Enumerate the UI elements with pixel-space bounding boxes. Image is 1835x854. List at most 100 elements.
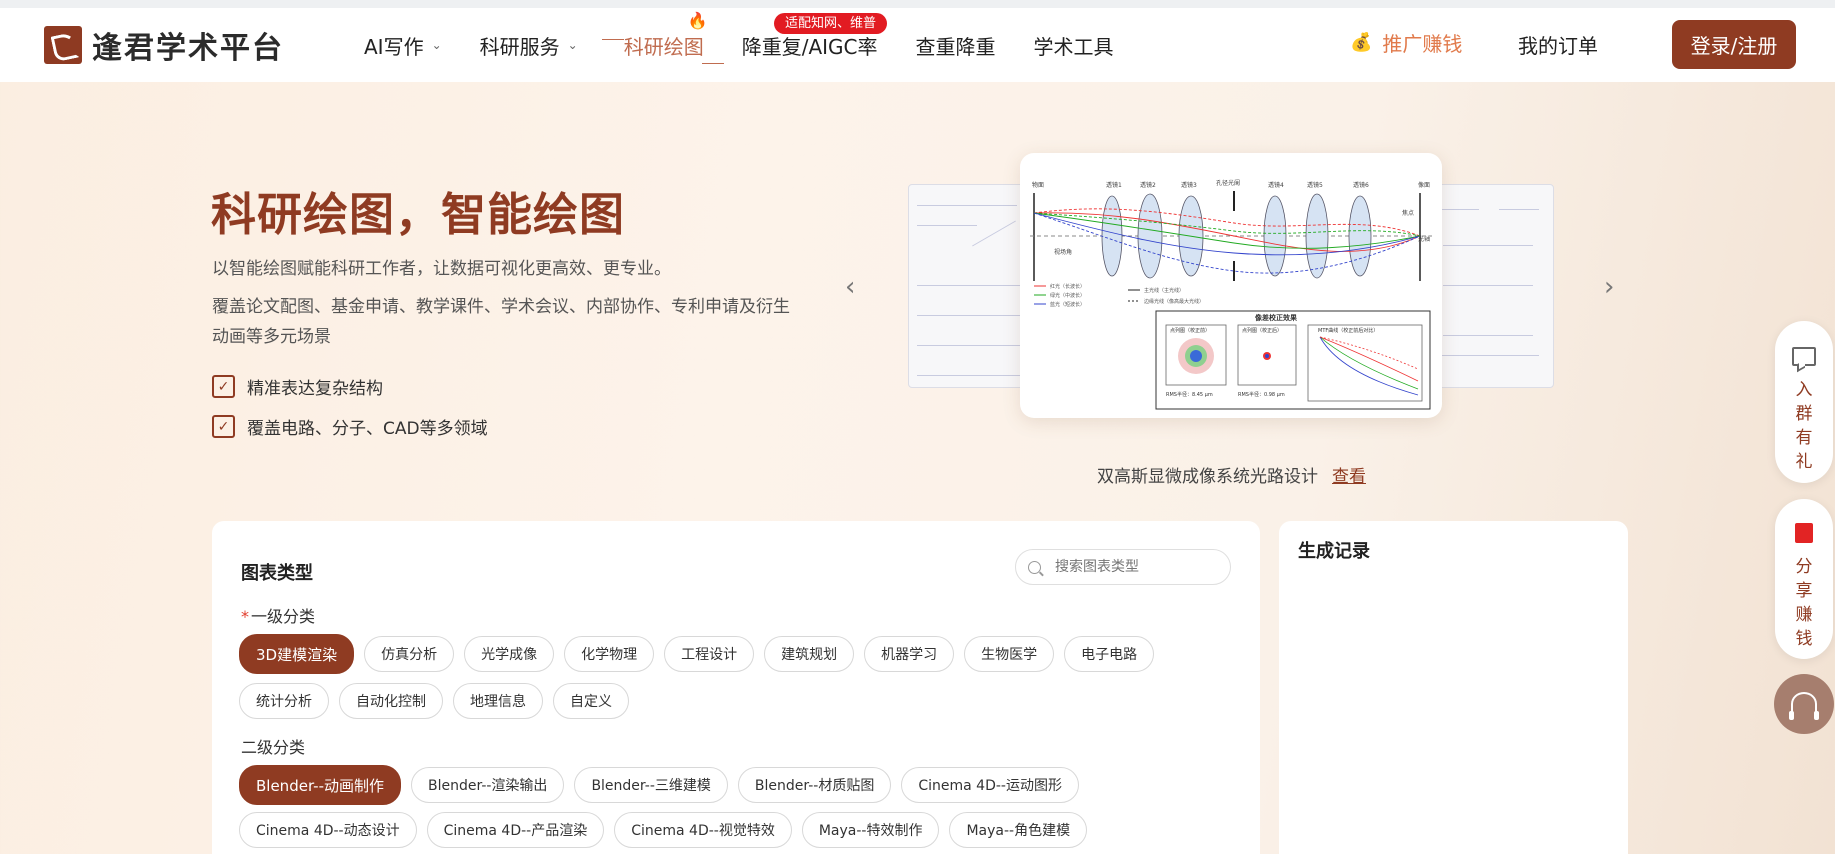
headset-icon — [1789, 692, 1819, 720]
nav-label: 学术工具 — [1033, 34, 1114, 59]
subcategory-chip[interactable]: Maya--角色建模 — [949, 812, 1088, 848]
chevron-down-icon: ⌄ — [567, 38, 578, 52]
subcategory-chip[interactable]: Maya--特效制作 — [801, 812, 940, 848]
subcategory-chip[interactable]: Blender--材质贴图 — [737, 767, 892, 803]
category-chip[interactable]: 自定义 — [553, 683, 629, 719]
carousel-caption: 双高斯显微成像系统光路设计 查看 — [1097, 462, 1366, 487]
share-earn-widget[interactable]: 分享赚钱 — [1775, 499, 1833, 659]
chart-type-panel: 图表类型 *一级分类 3D建模渲染 仿真分析 光学成像 化学物理 工程设计 建筑… — [212, 521, 1260, 854]
panel-title: 图表类型 — [241, 563, 313, 584]
diagram-label: 透镜1 — [1106, 181, 1122, 189]
carousel-side-card-left[interactable] — [908, 184, 1036, 388]
browser-top-strip — [0, 0, 1835, 8]
diagram-label: 物面 — [1032, 181, 1044, 189]
box-label: 点列图（校正后） — [1242, 327, 1282, 334]
promo-link[interactable]: 💰 推广赚钱 — [1350, 28, 1462, 57]
rms-label: RMS半径：0.98 μm — [1238, 391, 1285, 398]
subcategory-chip[interactable]: Cinema 4D--动态设计 — [239, 812, 417, 848]
money-bag-icon: 💰 — [1350, 32, 1373, 53]
nav-label: 科研绘图 — [623, 34, 704, 59]
nav-label: 查重降重 — [915, 34, 996, 59]
optics-diagram: 物面 透镜1 透镜2 透镜3 孔径光阑 透镜4 透镜5 透镜6 像面 视场角 焦… — [1030, 179, 1432, 410]
share-earn-text: 分享赚钱 — [1795, 557, 1813, 649]
hero-title: 科研绘图，智能绘图 — [211, 188, 626, 241]
feature-label: 精准表达复杂结构 — [247, 379, 383, 399]
search-input[interactable] — [1053, 558, 1217, 576]
category-chip[interactable]: 工程设计 — [664, 636, 755, 672]
subcategory-chip[interactable]: Blender--动画制作 — [239, 765, 401, 805]
feature-item: ✓ 精准表达复杂结构 — [212, 374, 383, 399]
customer-service-button[interactable] — [1774, 674, 1834, 734]
carousel-prev-button[interactable]: ‹ — [845, 272, 855, 302]
diagram-label: 像面 — [1418, 181, 1430, 189]
subcategory-chip[interactable]: Blender--渲染输出 — [410, 767, 565, 803]
level2-chips-row1: Blender--动画制作 Blender--渲染输出 Blender--三维建… — [239, 765, 1089, 805]
site-logo[interactable]: 逢君学术平台 — [44, 24, 284, 66]
category-chip[interactable]: 自动化控制 — [339, 683, 443, 719]
my-orders-link[interactable]: 我的订单 — [1518, 30, 1598, 59]
category-chip[interactable]: 仿真分析 — [364, 636, 455, 672]
diagram-label: 透镜2 — [1140, 181, 1156, 189]
join-group-text: 入群有礼 — [1795, 380, 1813, 472]
legend-entry: 边缘光线（像高最大光线） — [1144, 298, 1204, 305]
category-chip[interactable]: 建筑规划 — [764, 636, 855, 672]
nav-badge: 适配知网、维普 — [774, 13, 888, 34]
box-label: MTF曲线（校正前后对比） — [1318, 327, 1378, 334]
feature-item: ✓ 覆盖电路、分子、CAD等多领域 — [212, 414, 488, 439]
required-mark: * — [241, 607, 249, 626]
legend-entry: 蓝光（短波长） — [1050, 301, 1085, 308]
diagram-label: 孔径光阑 — [1216, 179, 1240, 187]
join-group-widget[interactable]: 入群有礼 — [1775, 321, 1833, 483]
carousel-side-card-right[interactable] — [1428, 184, 1554, 388]
category-chip[interactable]: 机器学习 — [864, 636, 955, 672]
search-box[interactable] — [1015, 549, 1231, 585]
level1-label: * 一级分类 — [241, 603, 315, 627]
nav-label: 科研服务 — [479, 34, 560, 59]
category-chip[interactable]: 地理信息 — [453, 683, 543, 719]
chevron-down-icon: ⌄ — [431, 38, 442, 52]
diagram-label: 透镜6 — [1353, 181, 1369, 189]
main-nav: AI写作 ⌄ 科研服务 ⌄ 科研绘图 🔥 降重复/AIGC率 查重降重 学术工具 — [364, 8, 1152, 82]
level1-chips-row1: 3D建模渲染 仿真分析 光学成像 化学物理 工程设计 建筑规划 机器学习 生物医… — [239, 634, 1164, 674]
hero-description: 以智能绘图赋能科研工作者，让数据可视化更高效、更专业。 — [212, 259, 671, 279]
diagram-label: 透镜5 — [1307, 181, 1323, 189]
nav-research-services[interactable]: 科研服务 ⌄ — [480, 31, 578, 60]
chat-icon — [1792, 347, 1816, 366]
category-chip[interactable]: 光学成像 — [464, 636, 555, 672]
carousel-next-button[interactable]: › — [1604, 272, 1614, 302]
category-chip[interactable]: 生物医学 — [964, 636, 1055, 672]
category-chip[interactable]: 电子电路 — [1064, 636, 1155, 672]
subcategory-chip[interactable]: Cinema 4D--产品渲染 — [426, 812, 605, 848]
fire-icon: 🔥 — [687, 10, 708, 30]
subcategory-chip[interactable]: Blender--三维建模 — [574, 767, 728, 803]
checkbox-icon: ✓ — [212, 375, 235, 398]
logo-text: 逢君学术平台 — [92, 31, 284, 66]
diagram-label: 视场角 — [1054, 248, 1072, 256]
subcategory-chip[interactable]: Cinema 4D--视觉特效 — [614, 812, 792, 848]
category-chip[interactable]: 统计分析 — [239, 683, 329, 719]
view-link[interactable]: 查看 — [1332, 467, 1366, 487]
logo-icon — [44, 26, 82, 64]
diagram-label: 焦点 — [1402, 209, 1414, 217]
hero-scenarios: 覆盖论文配图、基金申请、教学课件、学术会议、内部协作、专利申请及衍生动画等多元场… — [212, 297, 790, 347]
nav-aigc-reduction[interactable]: 降重复/AIGC率 — [742, 31, 878, 60]
share-icon — [1795, 523, 1813, 543]
nav-research-drawing[interactable]: 科研绘图 🔥 — [601, 11, 724, 64]
nav-ai-writing[interactable]: AI写作 ⌄ — [364, 31, 442, 60]
carousel-main-card[interactable]: 物面 透镜1 透镜2 透镜3 孔径光阑 透镜4 透镜5 透镜6 像面 视场角 焦… — [1020, 153, 1442, 418]
nav-label: 降重复/AIGC率 — [741, 34, 878, 59]
level2-label: 二级分类 — [241, 738, 306, 757]
feature-label: 覆盖电路、分子、CAD等多领域 — [247, 419, 488, 439]
caption-text: 双高斯显微成像系统光路设计 — [1097, 467, 1318, 487]
level1-chips-row2: 统计分析 自动化控制 地理信息 自定义 — [239, 683, 639, 719]
category-chip[interactable]: 化学物理 — [564, 636, 655, 672]
level1-label-text: 一级分类 — [251, 607, 316, 626]
diagram-label: 透镜4 — [1268, 181, 1284, 189]
subcategory-chip[interactable]: Cinema 4D--运动图形 — [901, 767, 1079, 803]
generation-history-panel: 生成记录 — [1279, 521, 1628, 854]
login-register-button[interactable]: 登录/注册 — [1672, 20, 1796, 69]
nav-plagiarism-check[interactable]: 查重降重 — [916, 31, 996, 60]
category-chip[interactable]: 3D建模渲染 — [239, 634, 355, 674]
nav-academic-tools[interactable]: 学术工具 — [1034, 31, 1114, 60]
search-icon — [1028, 560, 1041, 574]
